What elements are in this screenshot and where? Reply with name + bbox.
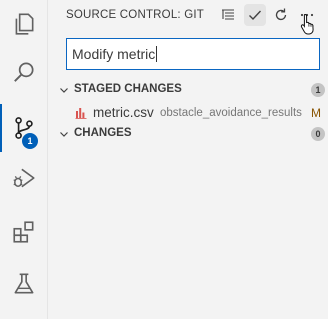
file-path: obstacle_avoidance_results — [160, 107, 302, 119]
changes-label: CHANGES — [74, 127, 132, 139]
changes-header[interactable]: CHANGES 0 — [48, 123, 328, 145]
staged-changes-count: 1 — [311, 83, 325, 97]
chevron-down-icon — [60, 132, 68, 137]
refresh-button[interactable] — [270, 4, 292, 26]
activity-bar: 1 — [0, 0, 48, 319]
csv-file-icon — [75, 108, 87, 119]
commit-message-text: Modify metric — [72, 46, 156, 62]
text-caret — [156, 46, 158, 62]
view-as-tree-button[interactable] — [217, 4, 239, 26]
testing-icon — [14, 273, 34, 294]
testing-button[interactable] — [0, 260, 48, 308]
view-as-tree-icon — [222, 9, 234, 20]
commit-check-icon — [249, 10, 262, 21]
staged-changes-header[interactable]: STAGED CHANGES 1 — [48, 79, 328, 101]
run-debug-button[interactable] — [0, 154, 48, 202]
staged-changes-label: STAGED CHANGES — [74, 83, 182, 95]
source-control-badge: 1 — [22, 133, 38, 149]
search-icon — [14, 62, 34, 82]
search-button[interactable] — [0, 48, 48, 96]
commit-message-input[interactable]: Modify metric — [66, 38, 320, 70]
changes-count: 0 — [311, 127, 325, 141]
file-status-modified: M — [311, 106, 321, 120]
explorer-icon — [15, 13, 34, 35]
staged-file-row[interactable]: metric.csv obstacle_avoidance_results M — [48, 102, 328, 124]
extensions-button[interactable] — [0, 208, 48, 256]
commit-button[interactable] — [244, 4, 266, 26]
refresh-icon — [275, 8, 287, 21]
source-control-panel: SOURCE CONTROL: GIT Modify metric STAGED… — [48, 0, 328, 319]
source-control-button[interactable]: 1 — [0, 104, 48, 152]
extensions-icon — [13, 221, 34, 243]
run-debug-icon — [13, 168, 35, 188]
chevron-down-icon — [60, 88, 68, 93]
hand-pointer-cursor — [300, 13, 314, 35]
panel-title: SOURCE CONTROL: GIT — [66, 9, 204, 21]
explorer-button[interactable] — [0, 0, 48, 48]
file-name: metric.csv — [93, 105, 154, 120]
